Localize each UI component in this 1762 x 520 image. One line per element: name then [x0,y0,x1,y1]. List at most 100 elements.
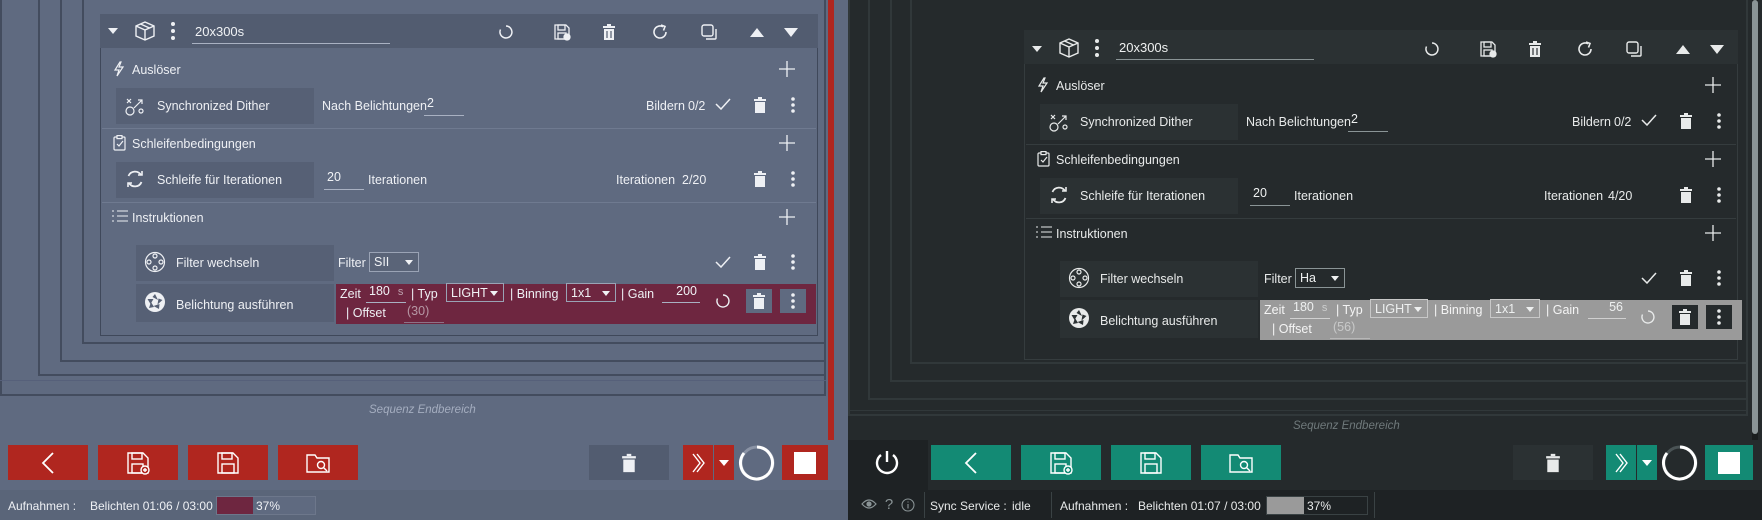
trigger-menu-icon[interactable] [788,96,798,114]
condition-menu-icon[interactable] [788,170,798,188]
offset-label: | Offset [1272,322,1312,336]
filter-menu-icon[interactable] [1714,269,1724,287]
delete-filter-icon[interactable] [1678,269,1694,287]
add-trigger-icon[interactable] [1704,76,1722,94]
collapse-caret-icon[interactable] [106,24,120,38]
start-options-dropdown[interactable] [1637,445,1657,480]
exposure-menu-button[interactable] [780,289,806,313]
delete-condition-icon[interactable] [1678,186,1694,204]
stop-sequence-button[interactable] [782,445,828,480]
gain-input[interactable]: 56 [1588,300,1626,319]
scrollbar-thumb[interactable] [1752,0,1758,434]
move-down-icon[interactable] [1708,42,1726,56]
delete-filter-icon[interactable] [752,253,768,271]
filter-menu-icon[interactable] [788,253,798,271]
stop-sequence-button[interactable] [1705,445,1753,480]
delete-condition-icon[interactable] [752,170,768,188]
delete-sequence-button[interactable] [589,445,669,480]
save-block-icon[interactable] [553,23,571,41]
eye-icon[interactable] [860,497,878,511]
condition-menu-icon[interactable] [1714,186,1724,204]
check-icon [714,96,732,112]
offset-input[interactable]: (30) [404,304,444,323]
iterations-input[interactable]: 20 [1250,186,1290,206]
filter-select[interactable]: Ha [1295,268,1345,288]
delete-exposure-button[interactable] [1672,305,1698,329]
open-sequence-button[interactable] [278,445,358,480]
exposure-label: Belichtung ausführen [1100,314,1218,328]
delete-block-icon[interactable] [1527,40,1543,58]
iterations-input[interactable]: 20 [324,170,364,190]
save-sequence-button[interactable] [188,445,268,480]
conditions-title: Schleifenbedingungen [132,137,256,151]
start-options-dropdown[interactable] [714,445,734,480]
advanced-start-button[interactable] [683,445,713,480]
collapse-caret-icon[interactable] [1030,42,1044,56]
time-input[interactable]: 180 s [366,284,406,303]
dither-icon [124,95,148,117]
save-sequence-as-button[interactable] [98,445,178,480]
trigger-menu-icon[interactable] [1714,112,1724,130]
duplicate-icon[interactable] [1625,40,1643,58]
gain-input[interactable]: 200 [662,284,700,303]
type-select[interactable]: LIGHT [1370,299,1428,318]
type-label: | Typ [1336,303,1363,317]
gain-label: | Gain [1546,303,1580,317]
container-box-icon [1058,37,1080,59]
block-name-input[interactable]: 20x300s [1116,40,1314,60]
reset-progress-icon[interactable] [498,24,514,40]
add-instruction-icon[interactable] [778,208,796,226]
delete-trigger-icon[interactable] [1678,112,1694,130]
iterations-unit: Iterationen [368,173,428,187]
exposure-label: Belichtung ausführen [176,298,294,312]
save-block-icon[interactable] [1479,40,1497,58]
after-exposures-input[interactable]: 2 [424,96,464,116]
type-select[interactable]: LIGHT [446,283,504,302]
add-trigger-icon[interactable] [778,60,796,78]
dither-label: Synchronized Dither [1080,115,1193,129]
delete-exposure-button[interactable] [746,289,772,313]
filter-label: Filter wechseln [176,256,260,270]
delete-trigger-icon[interactable] [752,96,768,114]
back-button[interactable] [931,445,1011,480]
binning-select[interactable]: 1x1 [566,283,616,302]
add-condition-icon[interactable] [778,134,796,152]
delete-sequence-button[interactable] [1513,445,1593,480]
reset-progress-icon[interactable] [1424,41,1440,57]
shutter-icon [1068,307,1090,329]
binning-select[interactable]: 1x1 [1490,299,1540,318]
divider [924,492,925,518]
running-spinner-icon [715,293,731,309]
offset-input[interactable]: (56) [1330,320,1370,339]
move-up-icon[interactable] [748,25,766,39]
move-up-icon[interactable] [1674,42,1692,56]
info-icon[interactable] [900,497,916,513]
time-input[interactable]: 180 s [1290,300,1330,319]
exposure-menu-button[interactable] [1706,305,1732,329]
block-menu-icon[interactable] [1092,37,1102,59]
time-label: Zeit [1264,303,1285,317]
add-instruction-icon[interactable] [1704,224,1722,242]
filter-select[interactable]: SII [369,252,419,272]
open-sequence-button[interactable] [1201,445,1281,480]
after-exposures-input[interactable]: 2 [1348,112,1388,132]
help-icon[interactable]: ? [882,496,896,513]
save-sequence-button[interactable] [1111,445,1191,480]
capture-label: Aufnahmen : [1060,499,1129,513]
divider [1026,144,1736,145]
redo-icon[interactable] [1576,40,1594,58]
back-button[interactable] [8,445,88,480]
move-down-icon[interactable] [782,25,800,39]
sync-service-label: Sync Service : [930,499,1007,513]
redo-icon[interactable] [651,23,669,41]
power-button[interactable] [868,444,906,482]
delete-block-icon[interactable] [601,23,617,41]
save-sequence-as-button[interactable] [1021,445,1101,480]
scrollbar-track[interactable] [1752,0,1758,444]
block-menu-icon[interactable] [168,20,178,42]
add-condition-icon[interactable] [1704,150,1722,168]
duplicate-icon[interactable] [700,23,718,41]
scrollbar[interactable] [828,0,834,444]
block-name-input[interactable]: 20x300s [192,24,390,44]
advanced-start-button[interactable] [1606,445,1636,480]
